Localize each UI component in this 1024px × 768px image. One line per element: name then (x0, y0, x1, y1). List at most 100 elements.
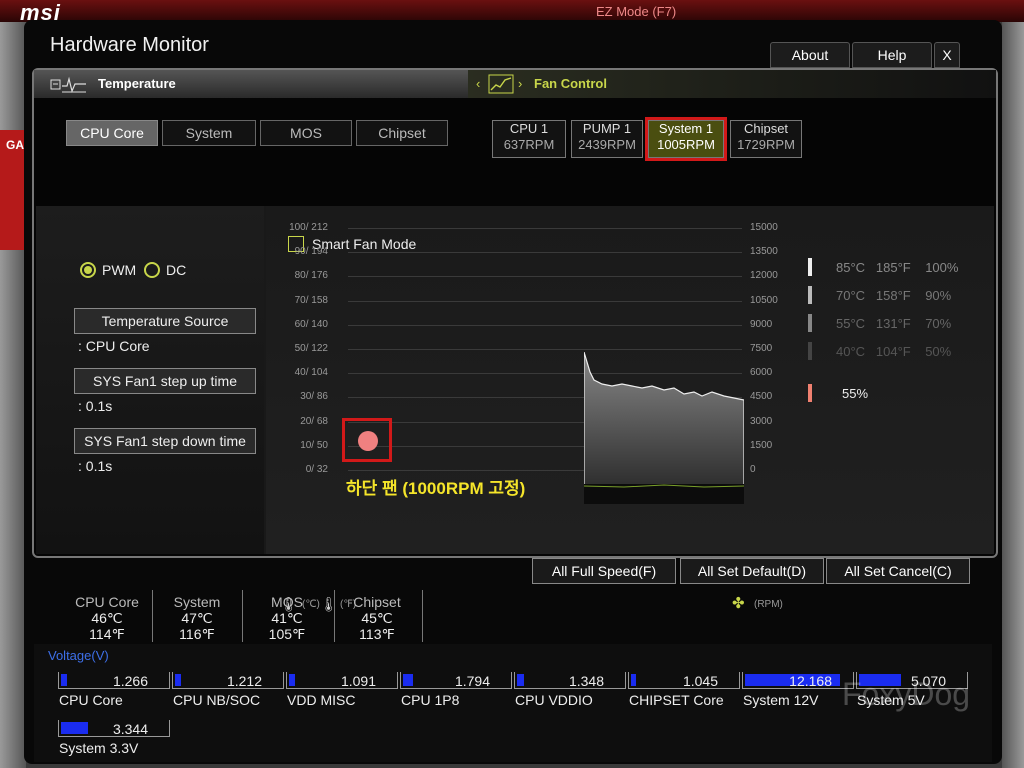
all-set-default-button[interactable]: All Set Default(D) (680, 558, 824, 584)
fan-name: System 1 (658, 121, 714, 136)
dc-radio[interactable]: DC (144, 262, 186, 278)
voltage-name: CHIPSET Core (629, 692, 724, 708)
pwm-label: PWM (102, 262, 137, 278)
y-axis-right-label: 10500 (750, 294, 778, 306)
temp-c: 45℃ (361, 610, 393, 626)
y-axis-right-label: 1500 (750, 439, 773, 451)
close-button[interactable]: X (934, 42, 960, 68)
y-axis-right-label: 9000 (750, 318, 773, 330)
temp-f: 114℉ (89, 626, 125, 642)
legend-temp-c: 55°C (836, 316, 866, 331)
fan-rpm: 1729RPM (737, 137, 795, 152)
step-up-time-value: : 0.1s (78, 398, 113, 414)
voltage-bar-fill (289, 674, 295, 686)
temp-name: Chipset (353, 594, 401, 610)
gridline (348, 276, 742, 278)
y-axis-right-label: 12000 (750, 270, 778, 282)
fan-chipset-button[interactable]: Chipset 1729RPM (730, 120, 802, 158)
main-panel: Temperature ‹ › Fan Control CPU Core Sys… (32, 68, 998, 612)
legend-temp-f: 104°F (875, 344, 911, 359)
voltage-value: 1.348 (568, 673, 604, 689)
legend-temp-c: 40°C (836, 344, 866, 359)
y-axis-right-label: 7500 (750, 343, 773, 354)
legend-bar-70 (808, 314, 812, 332)
temp-source-cpu-core[interactable]: CPU Core (66, 120, 158, 146)
current-pct: 55% (842, 386, 869, 401)
temperature-header: Temperature (34, 70, 504, 98)
legend-bar-90 (808, 286, 812, 304)
chevron-right-icon[interactable]: › (518, 76, 522, 91)
step-up-time-button[interactable]: SYS Fan1 step up time (74, 368, 256, 394)
voltage-value: 1.212 (226, 673, 262, 689)
temp-c: 41℃ (271, 610, 303, 626)
fan-settings-area: PWM DC Temperature Source : CPU Core SYS… (36, 206, 994, 612)
y-axis-left-label: 20/ 68 (300, 415, 328, 427)
y-axis-left-label: 30/ 86 (300, 391, 328, 403)
pwm-radio[interactable]: PWM (80, 262, 136, 278)
fan-cpu1-button[interactable]: CPU 1 637RPM (492, 120, 566, 158)
step-down-time-button[interactable]: SYS Fan1 step down time (74, 428, 256, 454)
radio-unselected-icon (144, 262, 160, 278)
fan-control-header-label: Fan Control (534, 76, 607, 91)
fan-system1-button[interactable]: System 1 1005RPM (648, 120, 724, 158)
panel-header: Temperature ‹ › Fan Control (34, 70, 996, 98)
temp-source-chipset[interactable]: Chipset (356, 120, 448, 146)
fan-mode-settings: PWM DC Temperature Source : CPU Core SYS… (36, 206, 264, 554)
y-axis-left-label: 100/ 212 (289, 222, 328, 233)
temp-f: 105℉ (268, 626, 306, 642)
hardware-monitor-window: Hardware Monitor About Help X Temperatur… (24, 20, 1002, 764)
current-pct-bar (808, 384, 812, 402)
chevron-left-icon[interactable]: ‹ (476, 76, 480, 91)
voltage-value: 3.344 (112, 721, 148, 737)
temp-readout-mos: MOS 41℃ 105℉ (246, 594, 328, 642)
y-axis-left-label: 60/ 140 (294, 318, 328, 330)
side-tab-label: GA (6, 138, 24, 152)
temp-name: MOS (271, 594, 303, 610)
temperature-monitor-icon (50, 76, 86, 93)
y-axis-left-label: 80/ 176 (294, 270, 328, 282)
all-full-speed-button[interactable]: All Full Speed(F) (532, 558, 676, 584)
temp-c: 47℃ (181, 610, 213, 626)
legend-bar-100 (808, 258, 812, 276)
y-axis-left-label: 50/ 122 (294, 343, 328, 354)
voltage-header: Voltage(V) (48, 648, 109, 663)
voltage-name: CPU Core (59, 692, 123, 708)
legend-temp-f: 131°F (875, 316, 911, 331)
divider (334, 590, 335, 642)
y-axis-left-label: 40/ 104 (294, 367, 328, 379)
fan-curve-point[interactable] (358, 431, 378, 451)
fan-icon: ✤ (732, 595, 745, 612)
voltage-name: CPU 1P8 (401, 692, 460, 708)
help-button[interactable]: Help (852, 42, 932, 68)
temp-source-mos[interactable]: MOS (260, 120, 352, 146)
fan-name: PUMP 1 (582, 121, 632, 136)
legend-temp-c: 85°C (836, 260, 866, 275)
temp-readout-chipset: Chipset 45℃ 113℉ (336, 594, 418, 642)
watermark: FoxyDog (842, 676, 971, 712)
fan-curve-icon (488, 74, 514, 94)
legend-row-2: 70°C 158°F 90% (836, 288, 951, 303)
voltage-value: 1.794 (454, 673, 490, 689)
gridline (348, 324, 742, 326)
gridline (348, 228, 742, 229)
legend-row-1: 85°C 185°F 100% (836, 260, 958, 275)
fan-control-header: ‹ › Fan Control (468, 70, 996, 98)
all-set-cancel-button[interactable]: All Set Cancel(C) (826, 558, 970, 584)
divider (152, 590, 153, 642)
bios-top-bar (0, 0, 1024, 22)
y-axis-left-label: 90/ 194 (294, 246, 328, 258)
y-axis-left-label: 0/ 32 (305, 464, 328, 475)
temp-source-system[interactable]: System (162, 120, 256, 146)
voltage-bar-fill (175, 674, 181, 686)
fan-pump1-button[interactable]: PUMP 1 2439RPM (571, 120, 643, 158)
temperature-source-button[interactable]: Temperature Source (74, 308, 256, 334)
y-axis-left-label: 70/ 158 (294, 294, 328, 306)
temp-readout-system: System 47℃ 116℉ (156, 594, 238, 642)
about-button[interactable]: About (770, 42, 850, 68)
legend-temp-c: 70°C (836, 288, 866, 303)
fan-name: CPU 1 (509, 121, 549, 136)
fan-rpm: 1005RPM (657, 137, 715, 152)
ez-mode-label: EZ Mode (F7) (596, 4, 677, 19)
voltage-value: 1.091 (340, 673, 376, 689)
voltage-bar-fill (631, 674, 636, 686)
